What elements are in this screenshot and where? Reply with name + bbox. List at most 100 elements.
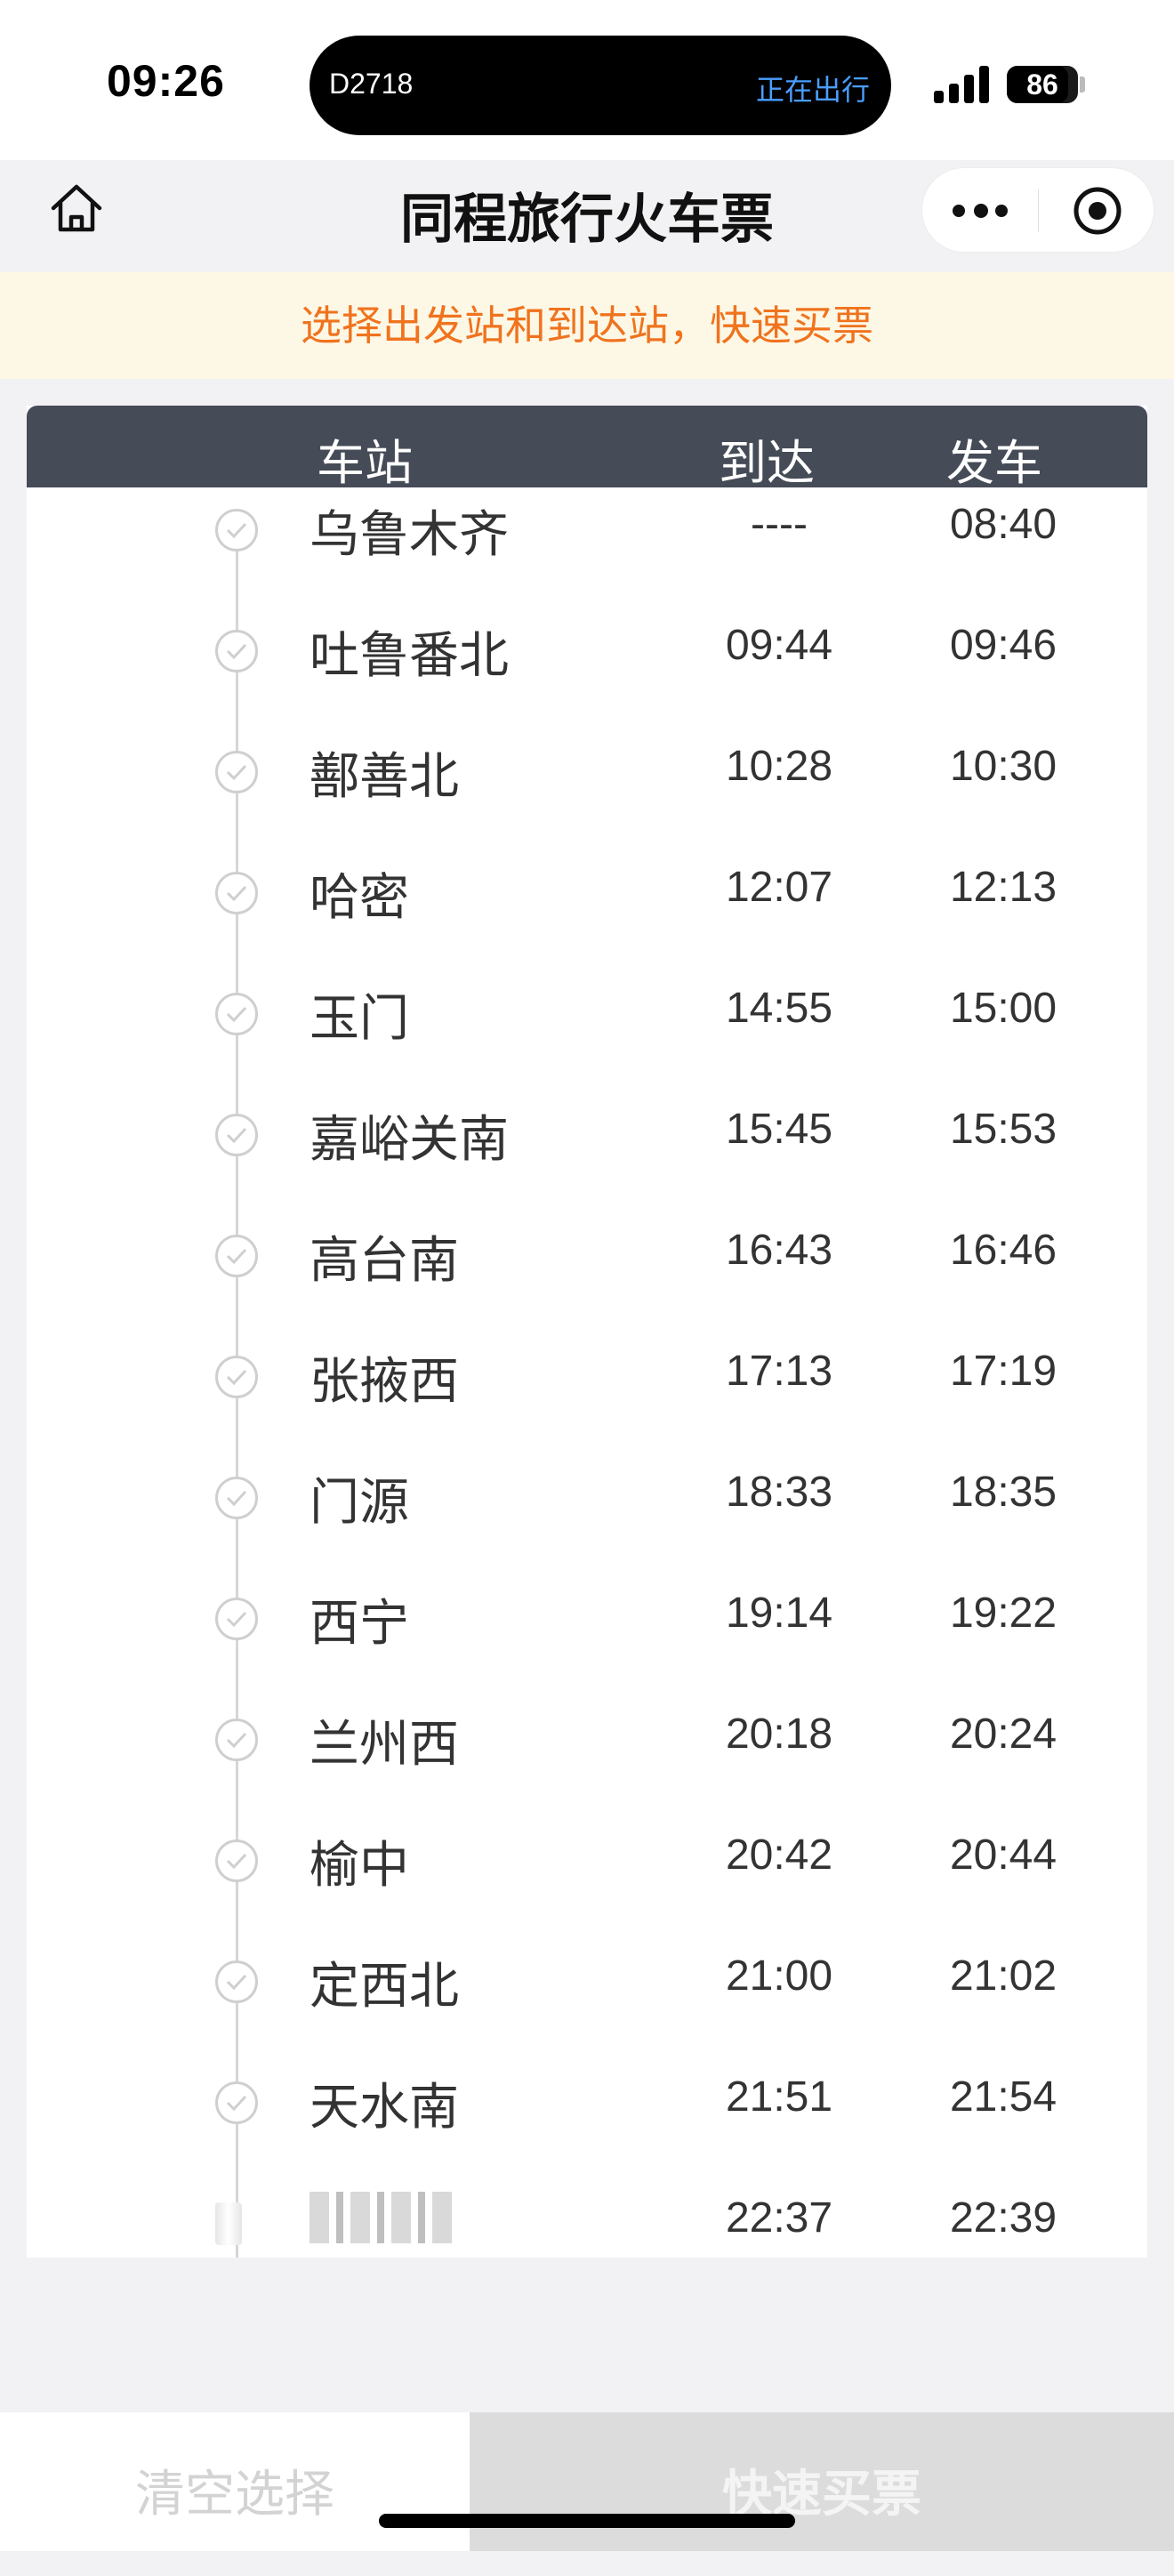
stop-row[interactable]: 吐鲁番北 09:44 09:46 <box>27 616 1147 737</box>
depart-time: 19:22 <box>949 1590 1057 1637</box>
battery-tip <box>1080 76 1085 93</box>
island-train-number: D2718 <box>329 68 414 100</box>
notice-banner: 选择出发站和到达站，快速买票 <box>0 272 1174 379</box>
depart-time: 10:30 <box>949 743 1057 790</box>
check-circle-icon[interactable] <box>215 993 258 1035</box>
depart-time: 22:39 <box>949 2194 1057 2242</box>
bottom-action-bar: 清空选择 快速买票 <box>0 2412 1174 2551</box>
cellular-signal-icon <box>934 62 991 103</box>
check-circle-icon[interactable] <box>215 1356 258 1398</box>
depart-time: 21:02 <box>949 1952 1057 2000</box>
check-circle-icon[interactable] <box>215 2081 258 2124</box>
check-circle-icon[interactable] <box>215 509 258 551</box>
stop-row[interactable]: 哈密 12:07 12:13 <box>27 857 1147 978</box>
page-title: 同程旅行火车票 <box>400 189 774 249</box>
depart-time: 12:13 <box>949 864 1057 911</box>
station-name: 榆中 <box>310 1837 409 1893</box>
station-name: 张掖西 <box>310 1353 459 1409</box>
arrive-time: 14:55 <box>725 985 833 1032</box>
depart-time: 21:54 <box>949 2073 1057 2121</box>
stop-row[interactable]: 榆中 20:42 20:44 <box>27 1825 1147 1946</box>
station-name: 门源 <box>310 1474 409 1530</box>
station-name: 定西北 <box>310 1958 459 2014</box>
check-circle-icon[interactable] <box>215 751 258 793</box>
more-icon[interactable] <box>951 189 1009 232</box>
depart-time: 08:40 <box>949 501 1057 548</box>
depart-time: 16:46 <box>949 1227 1057 1274</box>
check-circle-icon[interactable] <box>215 1235 258 1277</box>
check-circle-icon[interactable] <box>215 1598 258 1640</box>
clear-selection-button[interactable]: 清空选择 <box>0 2412 470 2551</box>
station-name: 乌鲁木齐 <box>310 506 509 562</box>
station-name: 兰州西 <box>310 1716 459 1772</box>
arrive-time: 19:14 <box>725 1590 833 1637</box>
stop-row[interactable]: 高台南 16:43 16:46 <box>27 1220 1147 1341</box>
station-name: 天水南 <box>310 2079 459 2135</box>
header-depart: 发车 <box>946 437 1042 490</box>
home-indicator[interactable] <box>379 2514 795 2528</box>
arrive-time: 12:07 <box>725 864 833 911</box>
arrive-time: 20:18 <box>725 1711 833 1758</box>
depart-time: 15:00 <box>949 985 1057 1032</box>
check-circle-icon[interactable] <box>215 1477 258 1519</box>
header-arrive: 到达 <box>719 437 815 490</box>
check-circle-icon[interactable] <box>215 630 258 672</box>
arrive-time: ---- <box>751 501 808 548</box>
depart-time: 09:46 <box>949 622 1057 669</box>
station-name: 高台南 <box>310 1232 459 1288</box>
check-circle-icon[interactable] <box>215 2202 242 2245</box>
arrive-time: 17:13 <box>725 1348 833 1395</box>
depart-time: 18:35 <box>949 1469 1057 1516</box>
stops-table: 车站 到达 发车 乌鲁木齐 ---- 08:40 吐鲁番北 09:44 09:4… <box>27 406 1147 2258</box>
stop-row[interactable]: 天水南 21:51 21:54 <box>27 2067 1147 2188</box>
status-time: 09:26 <box>107 56 225 106</box>
quick-buy-button[interactable]: 快速买票 <box>470 2412 1174 2551</box>
stop-row[interactable]: 张掖西 17:13 17:19 <box>27 1341 1147 1462</box>
stop-row[interactable]: 22:37 22:39 <box>27 2188 1147 2258</box>
depart-time: 20:44 <box>949 1831 1057 1879</box>
miniprogram-capsule <box>921 167 1154 253</box>
arrive-time: 16:43 <box>725 1227 833 1274</box>
arrive-time: 10:28 <box>725 743 833 790</box>
battery-level: 86 <box>1026 68 1058 101</box>
arrive-time: 15:45 <box>725 1106 833 1153</box>
stop-row[interactable]: 西宁 19:14 19:22 <box>27 1583 1147 1704</box>
header-station: 车站 <box>317 437 413 490</box>
depart-time: 15:53 <box>949 1106 1057 1153</box>
arrive-time: 21:51 <box>725 2073 833 2121</box>
depart-time: 17:19 <box>949 1348 1057 1395</box>
close-miniprogram-icon[interactable] <box>1072 185 1123 237</box>
stop-row[interactable]: 门源 18:33 18:35 <box>27 1462 1147 1583</box>
stop-row[interactable]: 嘉峪关南 15:45 15:53 <box>27 1099 1147 1220</box>
stop-row[interactable]: 玉门 14:55 15:00 <box>27 978 1147 1099</box>
home-icon[interactable] <box>46 178 107 238</box>
check-circle-icon[interactable] <box>215 1719 258 1761</box>
battery-icon: 86 <box>1007 66 1078 103</box>
stop-row[interactable]: 定西北 21:00 21:02 <box>27 1946 1147 2067</box>
depart-time: 20:24 <box>949 1711 1057 1758</box>
stop-row[interactable]: 乌鲁木齐 ---- 08:40 <box>27 495 1147 616</box>
arrive-time: 21:00 <box>725 1952 833 2000</box>
check-circle-icon[interactable] <box>215 1960 258 2003</box>
station-name: 哈密 <box>310 869 409 925</box>
table-header: 车站 到达 发车 <box>27 406 1147 490</box>
station-name-obscured <box>310 2192 452 2243</box>
check-circle-icon[interactable] <box>215 1839 258 1882</box>
arrive-time: 18:33 <box>725 1469 833 1516</box>
station-name: 嘉峪关南 <box>310 1111 509 1167</box>
station-name: 鄯善北 <box>310 748 459 804</box>
check-circle-icon[interactable] <box>215 872 258 914</box>
capsule-divider <box>1038 189 1039 232</box>
stop-row[interactable]: 鄯善北 10:28 10:30 <box>27 737 1147 857</box>
dynamic-island[interactable]: D2718 正在出行 <box>310 36 891 135</box>
arrive-time: 20:42 <box>725 1831 833 1879</box>
arrive-time: 09:44 <box>725 622 833 669</box>
station-name: 西宁 <box>310 1595 409 1651</box>
stop-row[interactable]: 兰州西 20:18 20:24 <box>27 1704 1147 1825</box>
station-name: 吐鲁番北 <box>310 627 509 683</box>
arrive-time: 22:37 <box>725 2194 833 2242</box>
status-bar: 09:26 D2718 正在出行 86 <box>0 0 1174 160</box>
station-name: 玉门 <box>310 990 409 1046</box>
check-circle-icon[interactable] <box>215 1114 258 1156</box>
island-trip-status: 正在出行 <box>755 74 870 106</box>
